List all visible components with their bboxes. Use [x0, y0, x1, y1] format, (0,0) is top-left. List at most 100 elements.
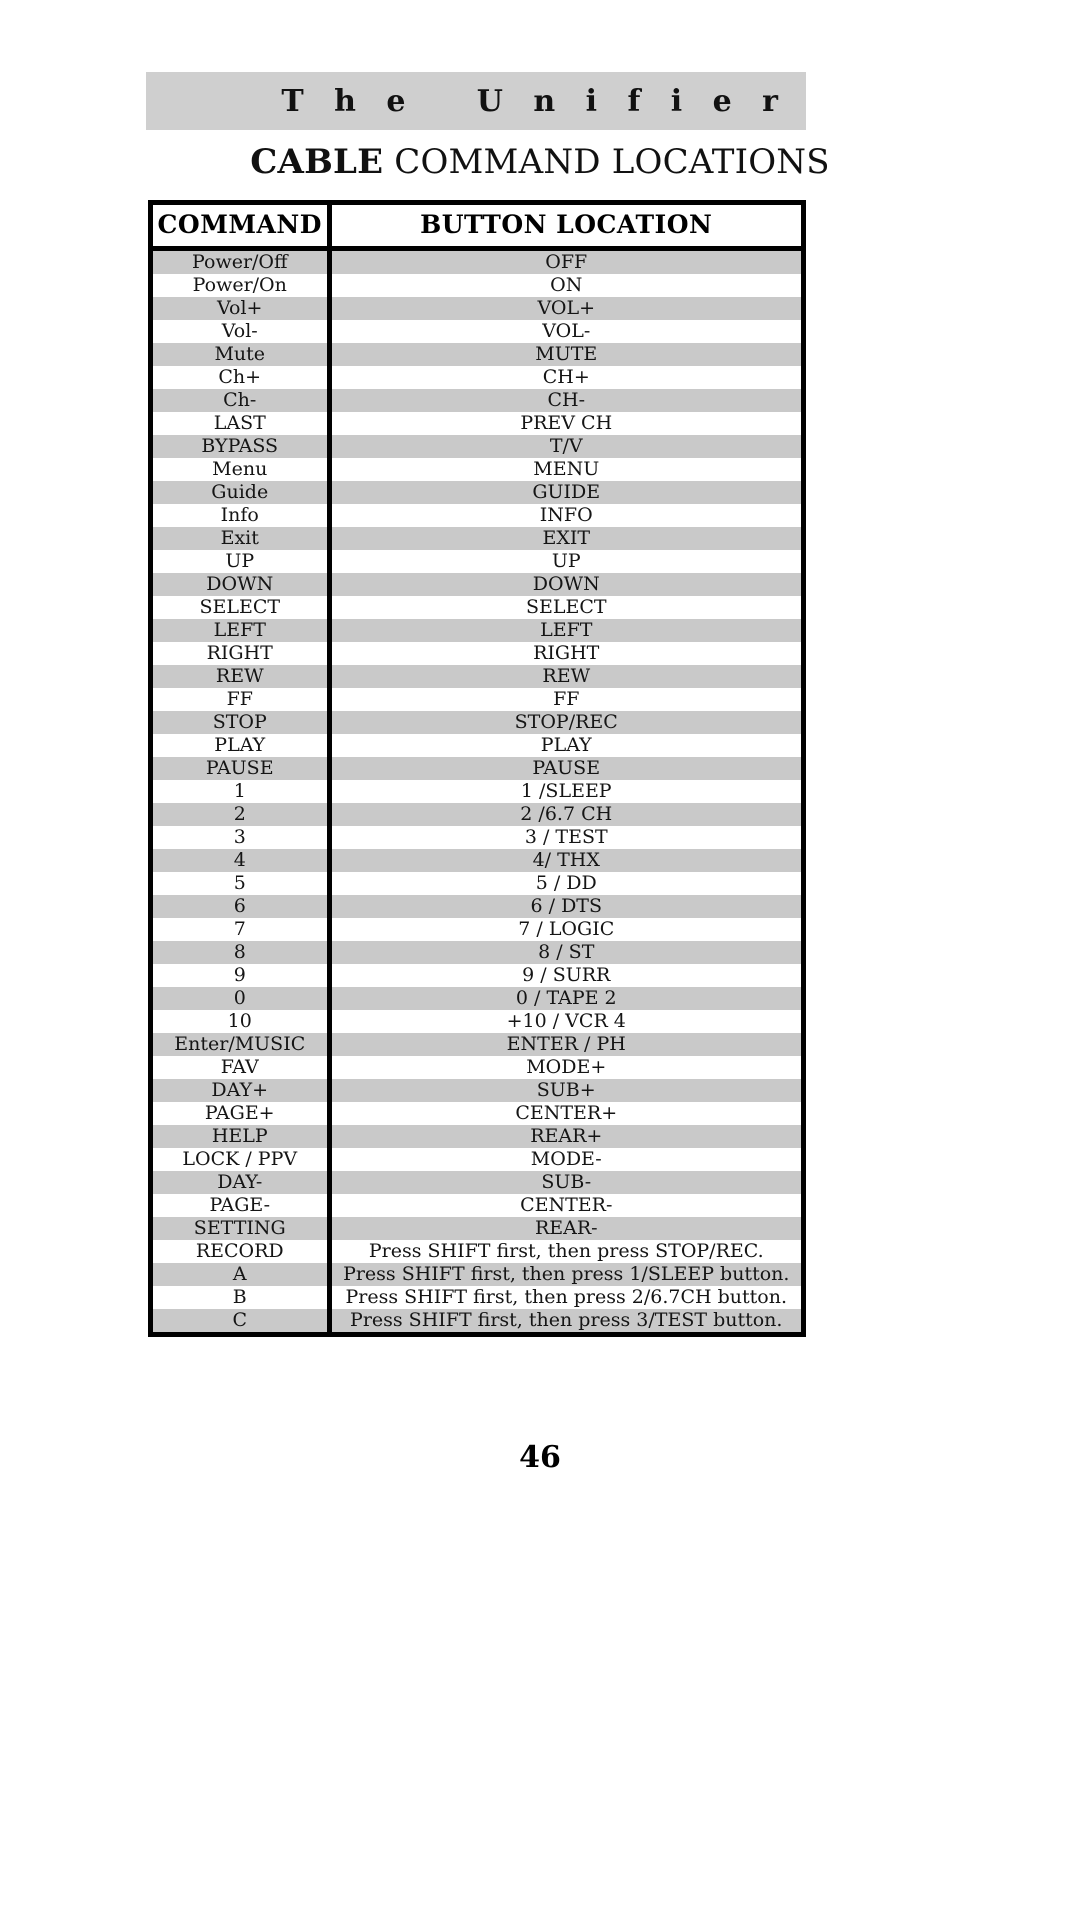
cell-button-location: 0 / TAPE 2: [329, 987, 801, 1010]
cell-command: PAGE+: [153, 1102, 332, 1125]
table-row: Menu MENU: [153, 458, 801, 481]
cell-command: 8: [153, 941, 332, 964]
cell-button-location: SUB+: [329, 1079, 801, 1102]
cell-command: Mute: [153, 343, 332, 366]
page-title-bold-part: CABLE: [250, 142, 384, 182]
table-row: LEFT LEFT: [153, 619, 801, 642]
cell-command: Enter/MUSIC: [153, 1033, 332, 1056]
cell-button-location: EXIT: [329, 527, 801, 550]
cell-button-location: UP: [329, 550, 801, 573]
cell-command: Power/Off: [153, 248, 332, 274]
cell-command: RECORD: [153, 1240, 332, 1263]
cell-command: Power/On: [153, 274, 332, 297]
table-row: 11 /SLEEP: [153, 780, 801, 803]
cell-button-location: 6 / DTS: [329, 895, 801, 918]
cell-button-location: REW: [329, 665, 801, 688]
cell-command: Info: [153, 504, 332, 527]
cell-command: RIGHT: [153, 642, 332, 665]
manual-brand-title: T h e U n i f i e r: [281, 83, 788, 119]
table-row: A Press SHIFT first, then press 1/SLEEP b…: [153, 1263, 801, 1286]
cell-command: Menu: [153, 458, 332, 481]
cell-command: LAST: [153, 412, 332, 435]
cell-command: 4: [153, 849, 332, 872]
table-row: DAY+ SUB+: [153, 1079, 801, 1102]
cell-command: Ch+: [153, 366, 332, 389]
cell-button-location: CENTER+: [329, 1102, 801, 1125]
cell-button-location: PREV CH: [329, 412, 801, 435]
page-title-rest-part: COMMAND LOCATIONS: [383, 142, 830, 182]
cell-button-location: Press SHIFT first, then press 1/SLEEP bu…: [329, 1263, 801, 1286]
table-row: 4 4/ THX: [153, 849, 801, 872]
table-row: BYPASS T/V: [153, 435, 801, 458]
table-row: SELECT SELECT: [153, 596, 801, 619]
cell-command: Ch-: [153, 389, 332, 412]
cell-command: 7: [153, 918, 332, 941]
cell-command: Exit: [153, 527, 332, 550]
table-row: PAUSE PAUSE: [153, 757, 801, 780]
table-row: PAGE- CENTER-: [153, 1194, 801, 1217]
cell-command: SELECT: [153, 596, 332, 619]
cell-button-location: +10 / VCR 4: [329, 1010, 801, 1033]
table-row: DOWN DOWN: [153, 573, 801, 596]
cell-command: FAV: [153, 1056, 332, 1079]
table-row: C Press SHIFT first, then press 3/TEST bu…: [153, 1309, 801, 1332]
column-header-command: COMMAND: [153, 205, 332, 251]
table-row: B Press SHIFT first, then press 2/6.7CH b…: [153, 1286, 801, 1309]
cell-command: 0: [153, 987, 332, 1010]
cell-button-location: RIGHT: [329, 642, 801, 665]
page-header-band: T h e U n i f i e r: [146, 72, 806, 130]
table-row: 77 / LOGIC: [153, 918, 801, 941]
cell-button-location: PAUSE: [329, 757, 801, 780]
cell-command: HELP: [153, 1125, 332, 1148]
cell-command: LEFT: [153, 619, 332, 642]
table-row: 99 / SURR: [153, 964, 801, 987]
command-locations-table-container: COMMAND BUTTON LOCATION Power/Off OFF Powe…: [148, 200, 806, 1337]
table-row: LAST PREV CH: [153, 412, 801, 435]
table-row: Ch+ CH+: [153, 366, 801, 389]
cell-button-location: GUIDE: [329, 481, 801, 504]
cell-command: C: [153, 1309, 332, 1332]
cell-button-location: VOL+: [329, 297, 801, 320]
cell-button-location: CENTER-: [329, 1194, 801, 1217]
table-row: Ch- CH-: [153, 389, 801, 412]
cell-button-location: VOL-: [329, 320, 801, 343]
table-row: 88 / ST: [153, 941, 801, 964]
table-row: PLAY PLAY: [153, 734, 801, 757]
table-row: 66 / DTS: [153, 895, 801, 918]
table-row: 33 / TEST: [153, 826, 801, 849]
table-header-row: COMMAND BUTTON LOCATION: [153, 205, 801, 251]
cell-command: PAGE-: [153, 1194, 332, 1217]
table-row: 22 /6.7 CH: [153, 803, 801, 826]
cell-button-location: MUTE: [329, 343, 801, 366]
table-row: Vol- VOL-: [153, 320, 801, 343]
cell-button-location: STOP/REC: [329, 711, 801, 734]
cell-command: Vol+: [153, 297, 332, 320]
cell-button-location: PLAY: [329, 734, 801, 757]
table-row: 55 / DD: [153, 872, 801, 895]
cell-command: Guide: [153, 481, 332, 504]
cell-button-location: REAR+: [329, 1125, 801, 1148]
page-number: 46: [519, 1440, 561, 1475]
table-row: LOCK / PPV MODE-: [153, 1148, 801, 1171]
cell-command: DOWN: [153, 573, 332, 596]
cell-button-location: INFO: [329, 504, 801, 527]
cell-command: LOCK / PPV: [153, 1148, 332, 1171]
cell-command: Vol-: [153, 320, 332, 343]
cell-command: BYPASS: [153, 435, 332, 458]
cell-button-location: DOWN: [329, 573, 801, 596]
table-row: DAY- SUB-: [153, 1171, 801, 1194]
cell-command: SETTING: [153, 1217, 332, 1240]
table-row: Guide GUIDE: [153, 481, 801, 504]
cell-command: A: [153, 1263, 332, 1286]
cell-command: DAY-: [153, 1171, 332, 1194]
table-row: 10 +10 / VCR 4: [153, 1010, 801, 1033]
cell-command: 6: [153, 895, 332, 918]
cell-command: 9: [153, 964, 332, 987]
cell-button-location: OFF: [329, 248, 801, 274]
cell-button-location: REAR-: [329, 1217, 801, 1240]
cell-command: DAY+: [153, 1079, 332, 1102]
cell-button-location: 1 /SLEEP: [329, 780, 801, 803]
column-header-button-location: BUTTON LOCATION: [329, 205, 801, 251]
table-row: RIGHT RIGHT: [153, 642, 801, 665]
table-row: Mute MUTE: [153, 343, 801, 366]
